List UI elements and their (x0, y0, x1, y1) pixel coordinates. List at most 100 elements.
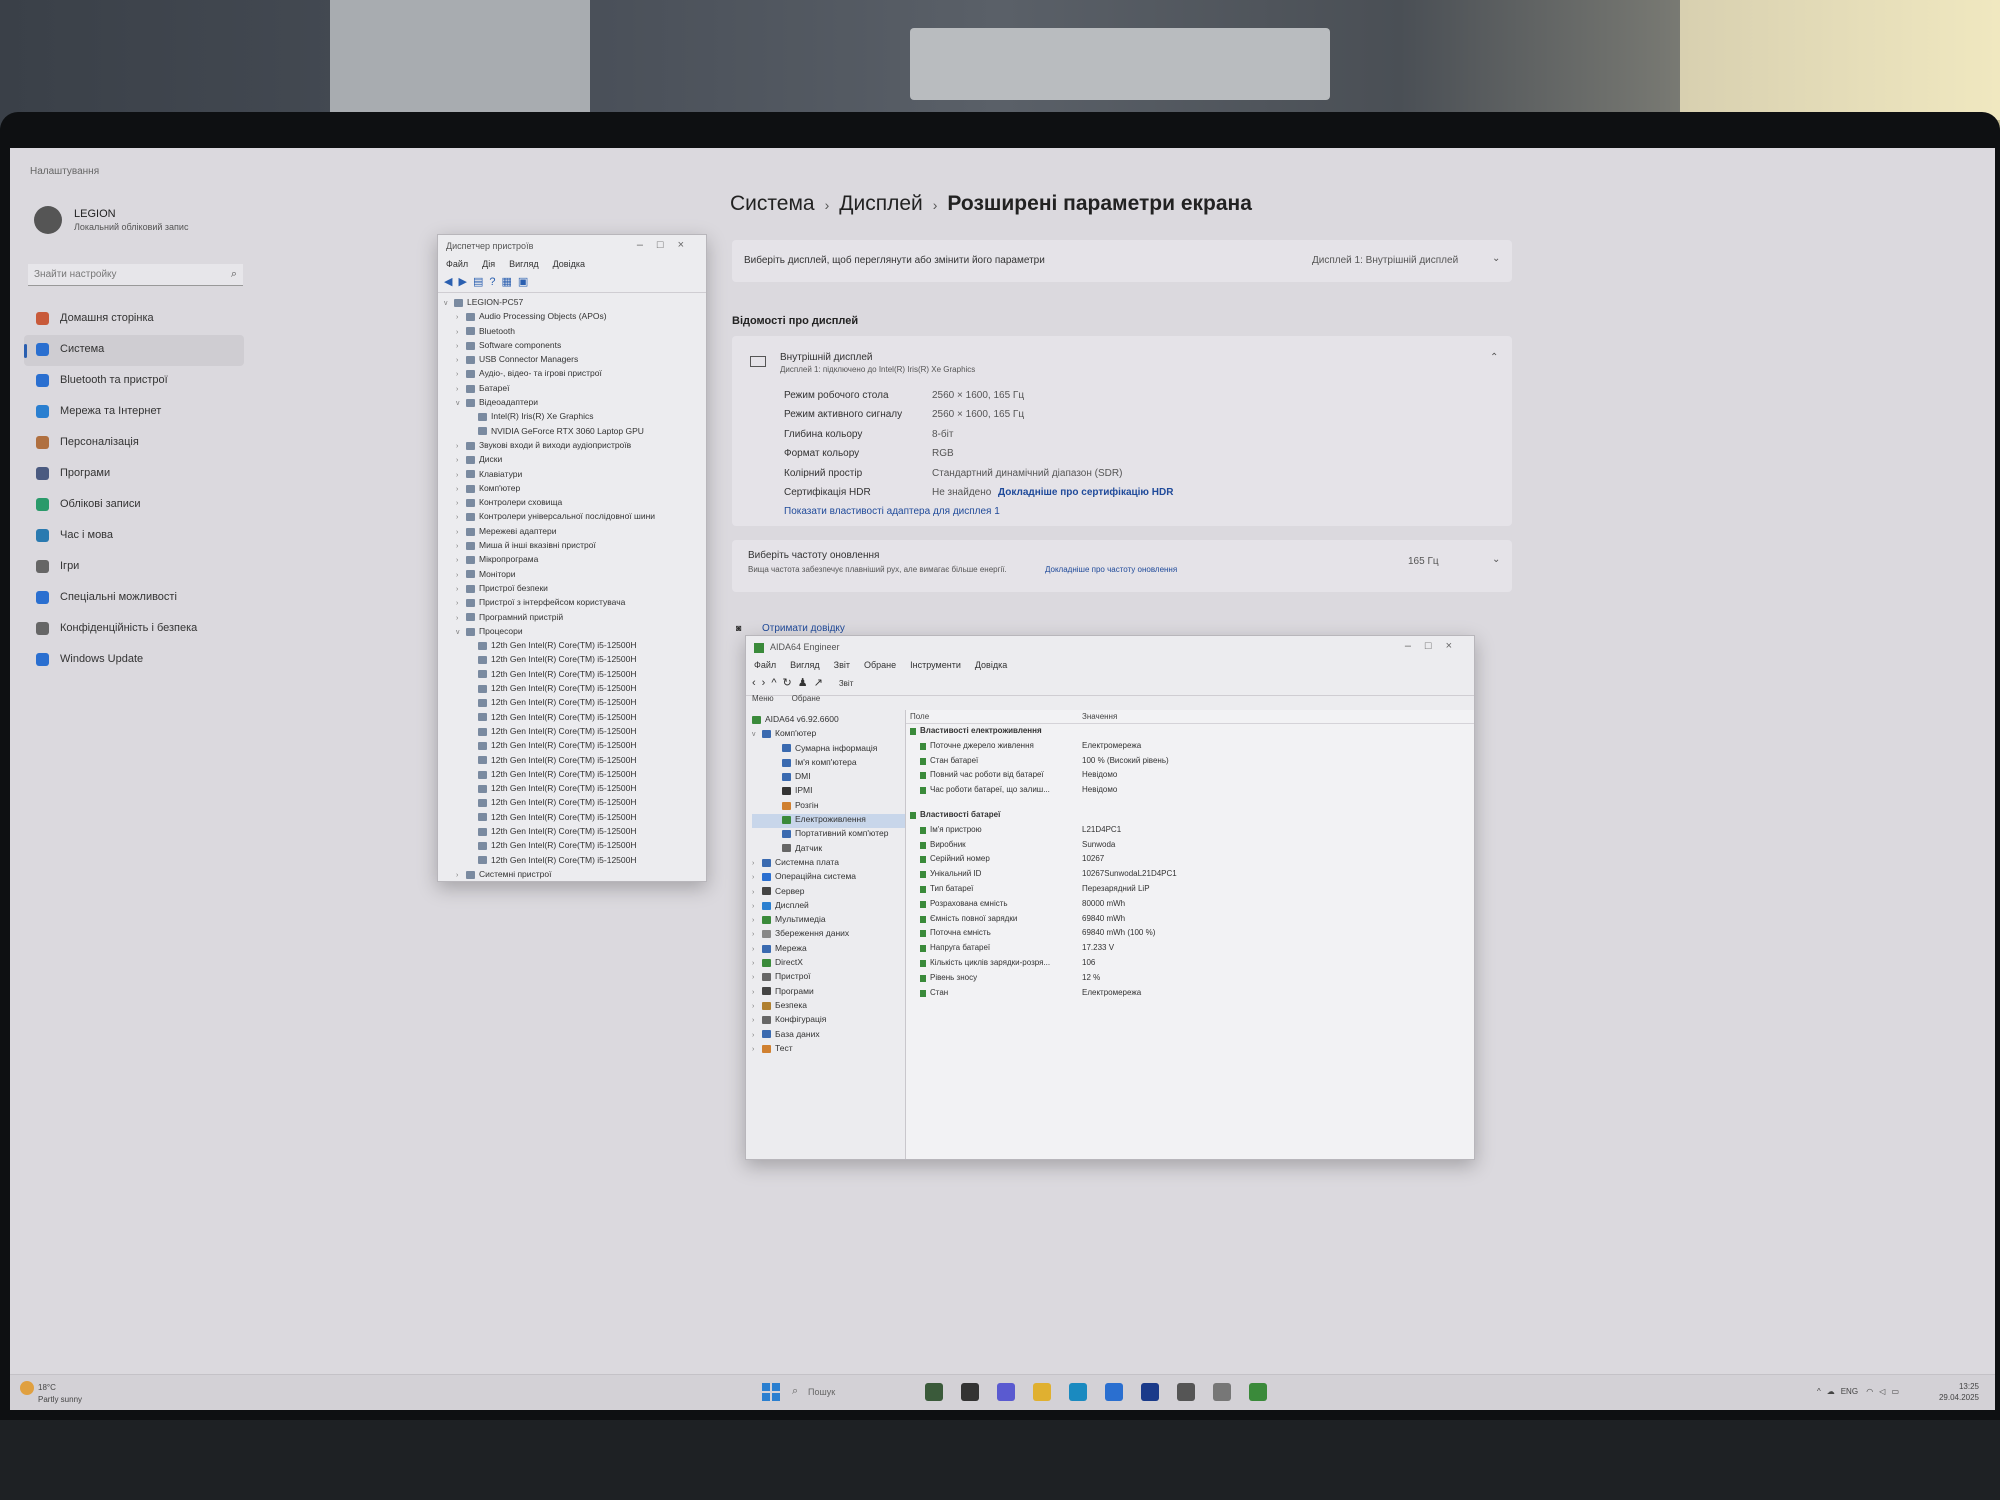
tree-item[interactable]: Датчик (752, 843, 905, 857)
column-value-header[interactable]: Значення (1082, 712, 1117, 721)
tree-item[interactable]: › Мультимедіа (752, 914, 905, 928)
table-row[interactable]: Повний час роботи від батареї Невідомо (906, 768, 1474, 783)
sidebar-item[interactable]: Система (24, 335, 244, 366)
tree-item[interactable]: › Дисплей (752, 900, 905, 914)
sidebar-item[interactable]: Ігри (24, 552, 244, 583)
forward-icon[interactable]: › (762, 677, 772, 689)
aida64-titlebar[interactable]: AIDA64 Engineer –□× (746, 636, 1474, 658)
tree-item[interactable]: 12th Gen Intel(R) Core(TM) i5-12500H (444, 740, 706, 754)
select-display-dropdown[interactable]: Дисплей 1: Внутрішній дисплей (1312, 255, 1458, 266)
game-pass-icon[interactable] (925, 1383, 943, 1401)
aida64-icon[interactable] (1249, 1383, 1267, 1401)
menu-item[interactable]: Файл (446, 259, 468, 269)
device-manager-titlebar[interactable]: Диспетчер пристроїв –□× (438, 235, 706, 257)
sidebar-item[interactable]: Спеціальні можливості (24, 583, 244, 614)
tree-item[interactable]: 12th Gen Intel(R) Core(TM) i5-12500H (444, 783, 706, 797)
chevron-up-icon[interactable]: ⌃ (1490, 352, 1498, 363)
menu-item[interactable]: Вигляд (509, 259, 539, 269)
sidebar-item[interactable]: Windows Update (24, 645, 244, 676)
user-icon[interactable]: ♟ (798, 677, 814, 689)
sidebar-item[interactable]: Час і мова (24, 521, 244, 552)
lenovo-vantage-icon[interactable] (1141, 1383, 1159, 1401)
table-row[interactable]: Напруга батареї 17.233 V (906, 941, 1474, 956)
tree-item[interactable]: › Пристрої безпеки (444, 583, 706, 597)
side-tab[interactable]: Меню (752, 694, 774, 703)
tree-item[interactable]: › База даних (752, 1029, 905, 1043)
sidebar-item[interactable]: Програми (24, 459, 244, 490)
menu-item[interactable]: Інструменти (910, 660, 961, 670)
tree-item[interactable]: › Bluetooth (444, 326, 706, 340)
avatar[interactable] (34, 206, 62, 234)
sidebar-item[interactable]: Конфіденційність і безпека (24, 614, 244, 645)
tree-item[interactable]: DMI (752, 771, 905, 785)
tree-item[interactable]: 12th Gen Intel(R) Core(TM) i5-12500H (444, 640, 706, 654)
start-icon[interactable] (762, 1383, 780, 1401)
tree-item[interactable]: › Audio Processing Objects (APOs) (444, 311, 706, 325)
monitor-icon[interactable]: ▣ (518, 276, 534, 288)
weather-widget[interactable]: 18°C Partly sunny (20, 1381, 82, 1404)
file-explorer-icon[interactable] (1033, 1383, 1051, 1401)
tree-item[interactable]: Intel(R) Iris(R) Xe Graphics (444, 411, 706, 425)
table-row[interactable]: Тип батареї Перезарядний LiP (906, 882, 1474, 897)
tree-item[interactable]: IPMI (752, 785, 905, 799)
cloud-icon[interactable]: ☁ (1827, 1387, 1841, 1396)
tree-item[interactable]: › DirectX (752, 957, 905, 971)
tree-item[interactable]: 12th Gen Intel(R) Core(TM) i5-12500H (444, 826, 706, 840)
table-row[interactable]: Кількість циклів зарядки-розря... 106 (906, 956, 1474, 971)
menu-item[interactable]: Вигляд (790, 660, 820, 670)
column-field-header[interactable]: Поле (910, 712, 929, 721)
table-row[interactable]: Виробник Sunwoda (906, 838, 1474, 853)
tree-item[interactable]: › Мережа (752, 943, 905, 957)
chat-icon[interactable] (997, 1383, 1015, 1401)
tree-item[interactable]: › Миша й інші вказівні пристрої (444, 540, 706, 554)
menu-item[interactable]: Довідка (553, 259, 585, 269)
table-row[interactable]: Поточна ємність 69840 mWh (100 %) (906, 926, 1474, 941)
settings-search-input[interactable]: Знайти настройку ⌕ (28, 264, 243, 286)
tree-item[interactable]: 12th Gen Intel(R) Core(TM) i5-12500H (444, 712, 706, 726)
tree-item[interactable]: › Комп'ютер (444, 483, 706, 497)
tree-item[interactable]: v Комп'ютер (752, 728, 905, 742)
tree-item[interactable]: › USB Connector Managers (444, 354, 706, 368)
language-indicator[interactable]: ENG (1841, 1387, 1858, 1396)
tree-item[interactable]: Портативний комп'ютер (752, 828, 905, 842)
tree-item[interactable]: › Батареї (444, 383, 706, 397)
hdr-learn-more-link[interactable]: Докладніше про сертифікацію HDR (998, 487, 1173, 498)
table-row[interactable]: Поточне джерело живлення Електромережа (906, 739, 1474, 754)
tree-item[interactable]: Електроживлення (752, 814, 905, 829)
table-row[interactable]: Стан Електромережа (906, 986, 1474, 1001)
tree-item[interactable]: › Програми (752, 986, 905, 1000)
help-icon[interactable]: ? (489, 276, 501, 288)
volume-icon[interactable]: ◁ (1879, 1387, 1891, 1396)
settings-icon[interactable] (1177, 1383, 1195, 1401)
sidebar-item[interactable]: Bluetooth та пристрої (24, 366, 244, 397)
tree-item[interactable]: 12th Gen Intel(R) Core(TM) i5-12500H (444, 797, 706, 811)
tree-item[interactable]: 12th Gen Intel(R) Core(TM) i5-12500H (444, 726, 706, 740)
tree-item[interactable]: 12th Gen Intel(R) Core(TM) i5-12500H (444, 769, 706, 783)
tree-item[interactable]: › Збереження даних (752, 928, 905, 942)
tree-item[interactable]: › Аудіо-, відео- та ігрові пристрої (444, 368, 706, 382)
tree-item[interactable]: v Відеоадаптери (444, 397, 706, 411)
tree-item[interactable]: › Тест (752, 1043, 905, 1057)
edge-icon[interactable] (1069, 1383, 1087, 1401)
up-icon[interactable]: ^ (771, 677, 782, 689)
sidebar-item[interactable]: Персоналізація (24, 428, 244, 459)
tree-item[interactable]: › Програмний пристрій (444, 612, 706, 626)
tree-item[interactable]: 12th Gen Intel(R) Core(TM) i5-12500H (444, 669, 706, 683)
tree-item[interactable]: › Диски (444, 454, 706, 468)
menu-item[interactable]: Дія (482, 259, 495, 269)
device-manager-icon[interactable] (1213, 1383, 1231, 1401)
side-tab[interactable]: Обране (792, 694, 821, 703)
report-button[interactable]: Звіт (839, 679, 854, 688)
get-help-link[interactable]: Отримати довідку (762, 623, 845, 634)
taskbar-search[interactable]: ⌕ Пошук (790, 1383, 880, 1403)
wifi-icon[interactable]: ◠ (1866, 1387, 1879, 1396)
tree-item[interactable]: › Сервер (752, 886, 905, 900)
tree-item[interactable]: › Системні пристрої (444, 869, 706, 881)
refresh-icon[interactable]: ↻ (783, 677, 798, 689)
table-row[interactable]: Серійний номер 10267 (906, 852, 1474, 867)
chart-icon[interactable]: ↗ (814, 677, 829, 689)
tree-item[interactable]: › Клавіатури (444, 469, 706, 483)
store-icon[interactable] (1105, 1383, 1123, 1401)
sidebar-item[interactable]: Мережа та Інтернет (24, 397, 244, 428)
tree-item[interactable]: › Системна плата (752, 857, 905, 871)
